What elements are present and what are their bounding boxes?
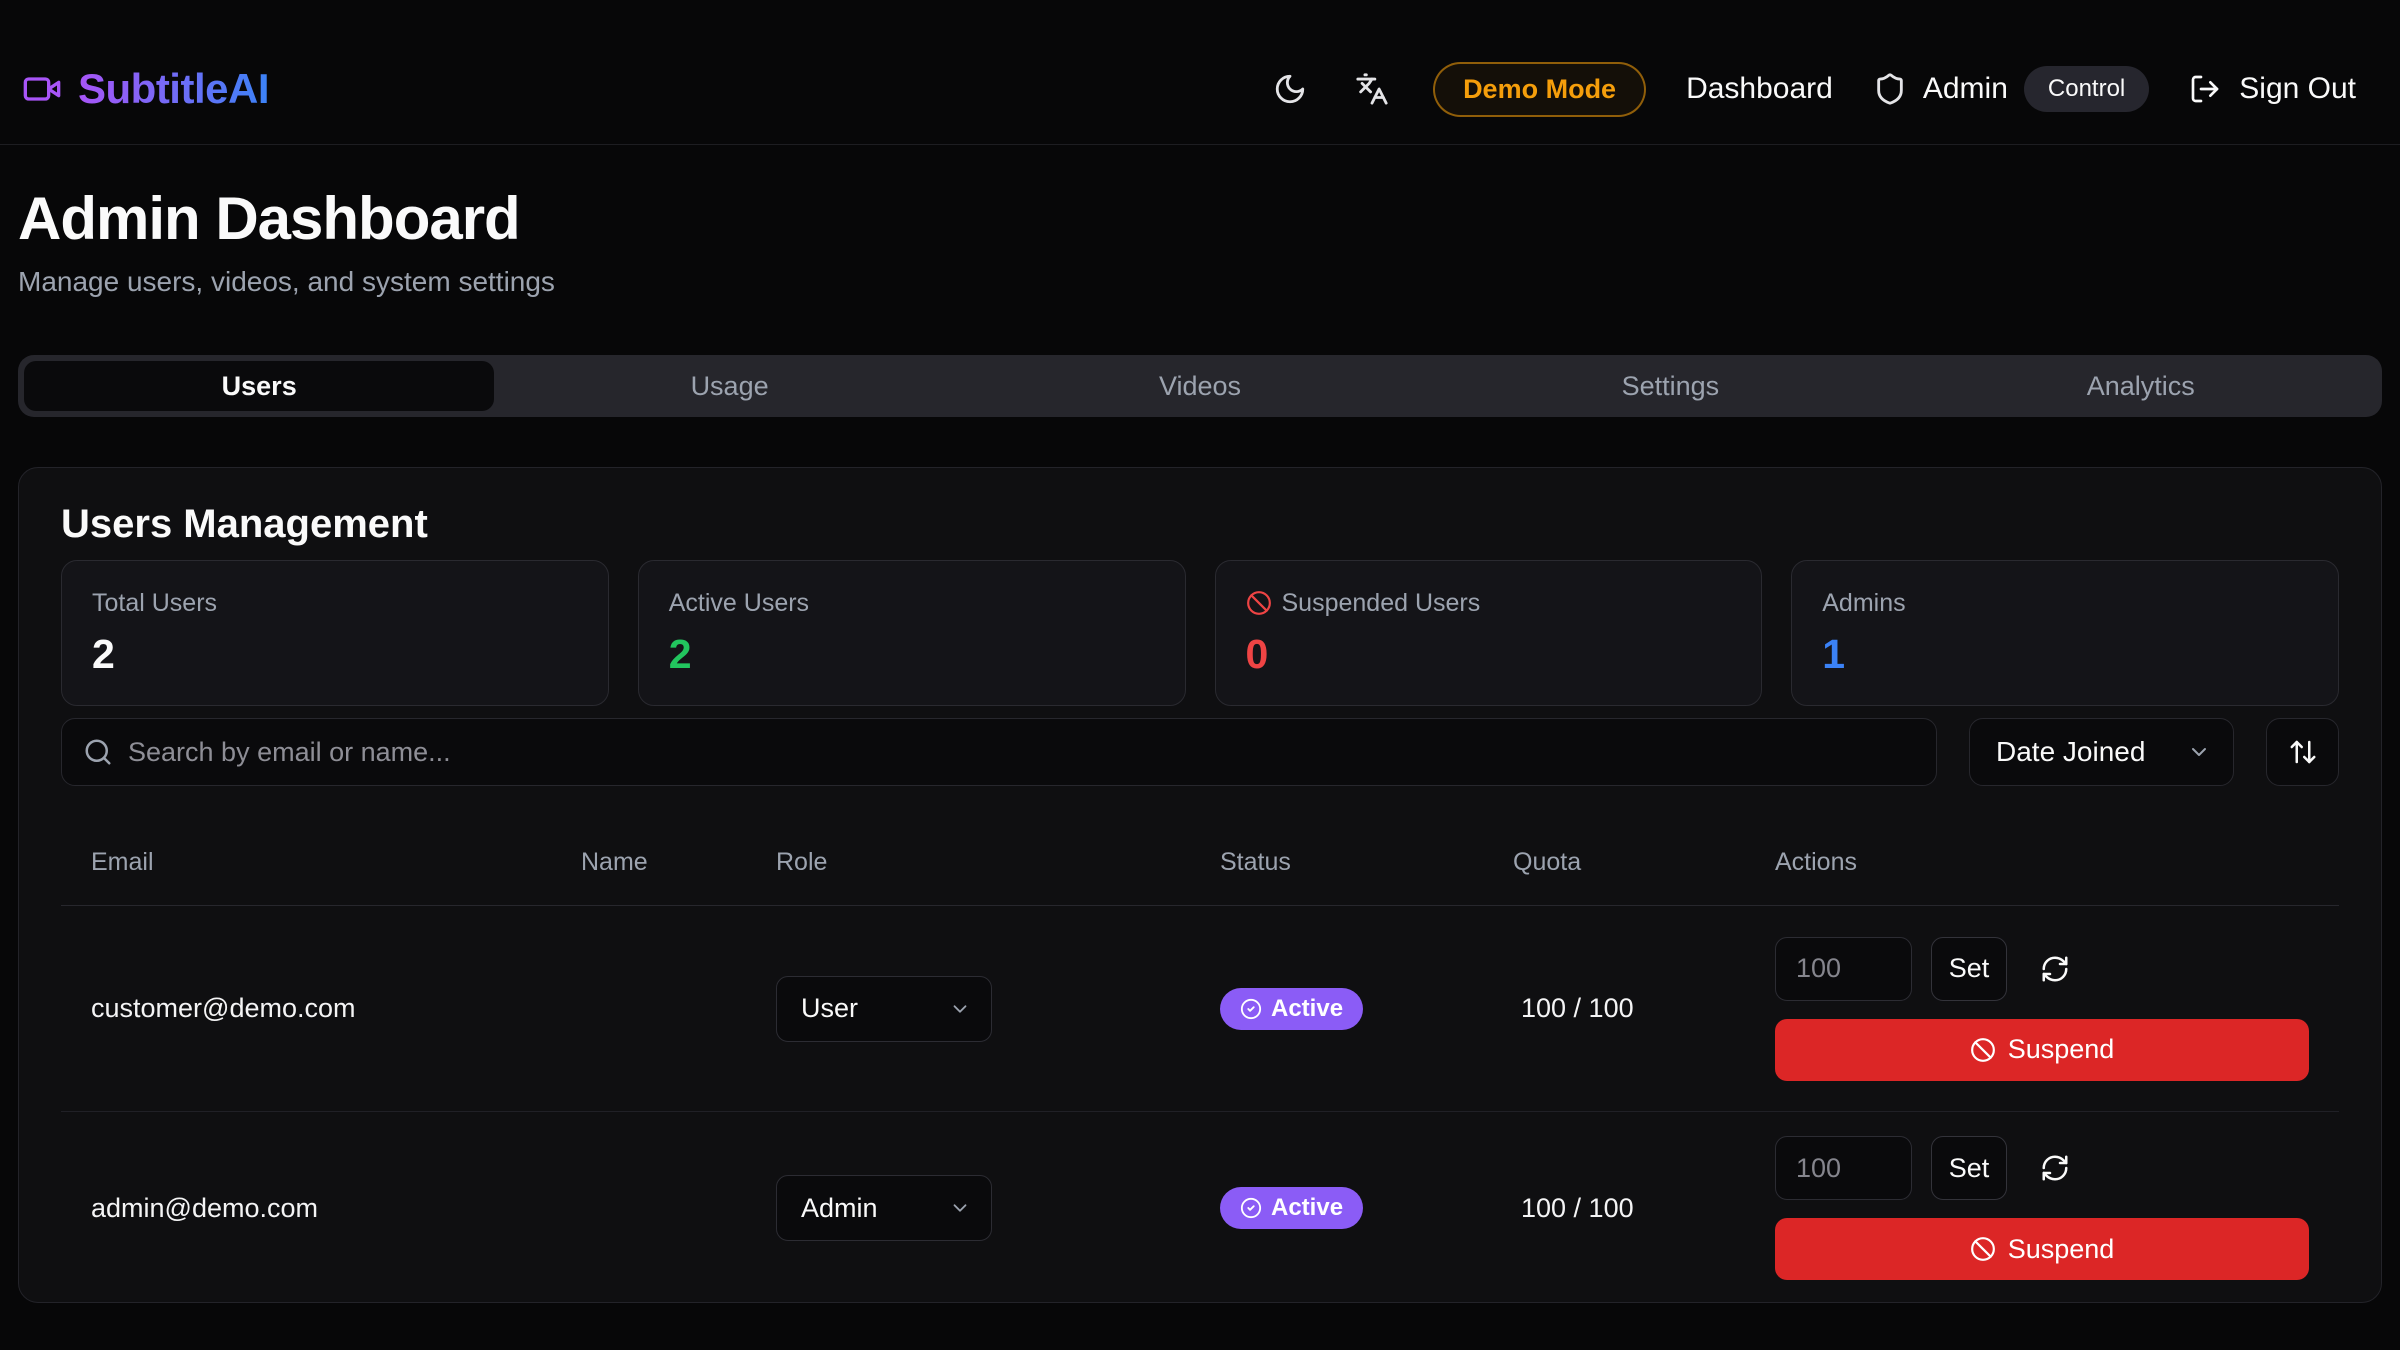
brand-name: SubtitleAI bbox=[78, 65, 269, 113]
page-subtitle: Manage users, videos, and system setting… bbox=[18, 267, 2380, 297]
suspend-button[interactable]: Suspend bbox=[1775, 1218, 2309, 1280]
stat-value: 1 bbox=[1822, 631, 2308, 677]
tab-analytics[interactable]: Analytics bbox=[1906, 361, 2376, 411]
role-select[interactable]: User bbox=[776, 976, 992, 1042]
shield-icon bbox=[1873, 72, 1907, 106]
table-row: admin@demo.com Admin Active 100 / 100 Se bbox=[61, 1112, 2339, 1303]
language-toggle-button[interactable] bbox=[1351, 68, 1393, 110]
status-badge: Active bbox=[1220, 1187, 1363, 1229]
set-quota-button[interactable]: Set bbox=[1931, 937, 2007, 1001]
user-email: customer@demo.com bbox=[91, 993, 581, 1024]
sort-field-select[interactable]: Date Joined bbox=[1969, 718, 2234, 786]
chevron-down-icon bbox=[2187, 740, 2211, 764]
tab-videos[interactable]: Videos bbox=[965, 361, 1435, 411]
stat-card-suspended-users: Suspended Users 0 bbox=[1215, 560, 1763, 706]
status-label: Active bbox=[1271, 995, 1343, 1023]
column-header-name: Name bbox=[581, 848, 776, 877]
control-badge: Control bbox=[2024, 66, 2149, 112]
column-header-actions: Actions bbox=[1775, 848, 2309, 877]
status-label: Active bbox=[1271, 1194, 1343, 1222]
section-title: Users Management bbox=[61, 502, 2339, 546]
reset-quota-button[interactable] bbox=[2040, 1153, 2070, 1183]
suspend-label: Suspend bbox=[2008, 1234, 2115, 1265]
tab-users[interactable]: Users bbox=[24, 361, 494, 411]
row-actions: Set Suspend bbox=[1775, 1136, 2309, 1280]
table-header: Email Name Role Status Quota Actions bbox=[61, 848, 2339, 906]
column-header-status: Status bbox=[1220, 848, 1513, 877]
stat-label: Admins bbox=[1822, 587, 1905, 619]
circle-check-icon bbox=[1240, 1197, 1262, 1219]
moon-icon bbox=[1273, 72, 1307, 106]
circle-check-icon bbox=[1240, 998, 1262, 1020]
stat-card-total-users: Total Users 2 bbox=[61, 560, 609, 706]
sort-field-value: Date Joined bbox=[1996, 736, 2145, 768]
column-header-email: Email bbox=[91, 848, 581, 877]
reset-quota-button[interactable] bbox=[2040, 954, 2070, 984]
ban-icon bbox=[1970, 1236, 1996, 1262]
suspend-label: Suspend bbox=[2008, 1034, 2115, 1065]
stats-row: Total Users 2 Active Users 2 Suspended U… bbox=[61, 560, 2339, 706]
suspend-button[interactable]: Suspend bbox=[1775, 1019, 2309, 1081]
arrow-up-down-icon bbox=[2288, 737, 2318, 767]
role-select-value: User bbox=[801, 993, 858, 1024]
ban-icon bbox=[1246, 590, 1272, 616]
chevron-down-icon bbox=[949, 1197, 971, 1219]
stat-card-admins: Admins 1 bbox=[1791, 560, 2339, 706]
quota-input[interactable] bbox=[1775, 937, 1912, 1001]
dashboard-link[interactable]: Dashboard bbox=[1686, 72, 1833, 106]
brand-logo[interactable]: SubtitleAI bbox=[22, 65, 269, 113]
role-select-value: Admin bbox=[801, 1193, 878, 1224]
refresh-icon bbox=[2040, 954, 2070, 984]
status-badge: Active bbox=[1220, 988, 1363, 1030]
filter-row: Date Joined bbox=[61, 718, 2339, 786]
search-container bbox=[61, 718, 1937, 786]
admin-role-group: Admin Control bbox=[1873, 66, 2149, 112]
quota-value: 100 / 100 bbox=[1513, 993, 1775, 1024]
page-header: Admin Dashboard Manage users, videos, an… bbox=[0, 145, 2400, 297]
stat-value: 0 bbox=[1246, 631, 1732, 677]
table-row: customer@demo.com User Active 100 / 100 bbox=[61, 906, 2339, 1112]
role-select[interactable]: Admin bbox=[776, 1175, 992, 1241]
row-actions: Set Suspend bbox=[1775, 937, 2309, 1081]
theme-toggle-button[interactable] bbox=[1269, 68, 1311, 110]
quota-input[interactable] bbox=[1775, 1136, 1912, 1200]
sort-direction-button[interactable] bbox=[2266, 718, 2339, 786]
stat-value: 2 bbox=[92, 631, 578, 677]
set-quota-button[interactable]: Set bbox=[1931, 1136, 2007, 1200]
column-header-role: Role bbox=[776, 848, 1220, 877]
ban-icon bbox=[1970, 1037, 1996, 1063]
demo-mode-badge[interactable]: Demo Mode bbox=[1433, 62, 1646, 117]
sign-out-label: Sign Out bbox=[2239, 72, 2356, 106]
refresh-icon bbox=[2040, 1153, 2070, 1183]
log-out-icon bbox=[2189, 73, 2221, 105]
chevron-down-icon bbox=[949, 998, 971, 1020]
search-input[interactable] bbox=[61, 718, 1937, 786]
nav-actions: Demo Mode Dashboard Admin Control Sign O… bbox=[1269, 62, 2356, 117]
page-title: Admin Dashboard bbox=[18, 187, 2380, 251]
stat-label: Total Users bbox=[92, 587, 217, 619]
stat-card-active-users: Active Users 2 bbox=[638, 560, 1186, 706]
user-email: admin@demo.com bbox=[91, 1193, 581, 1224]
translate-icon bbox=[1355, 72, 1389, 106]
navbar: SubtitleAI Demo Mode Dashboard Admin Con… bbox=[0, 0, 2400, 145]
stat-value: 2 bbox=[669, 631, 1155, 677]
tab-usage[interactable]: Usage bbox=[494, 361, 964, 411]
users-management-panel: Users Management Total Users 2 Active Us… bbox=[18, 467, 2382, 1303]
video-camera-icon bbox=[22, 69, 62, 109]
search-icon bbox=[83, 737, 113, 767]
tab-bar: Users Usage Videos Settings Analytics bbox=[18, 355, 2382, 417]
admin-label: Admin bbox=[1923, 72, 2008, 106]
tab-settings[interactable]: Settings bbox=[1435, 361, 1905, 411]
column-header-quota: Quota bbox=[1513, 848, 1775, 877]
quota-value: 100 / 100 bbox=[1513, 1193, 1775, 1224]
stat-label: Active Users bbox=[669, 587, 809, 619]
sign-out-button[interactable]: Sign Out bbox=[2189, 72, 2356, 106]
stat-label: Suspended Users bbox=[1282, 587, 1481, 619]
